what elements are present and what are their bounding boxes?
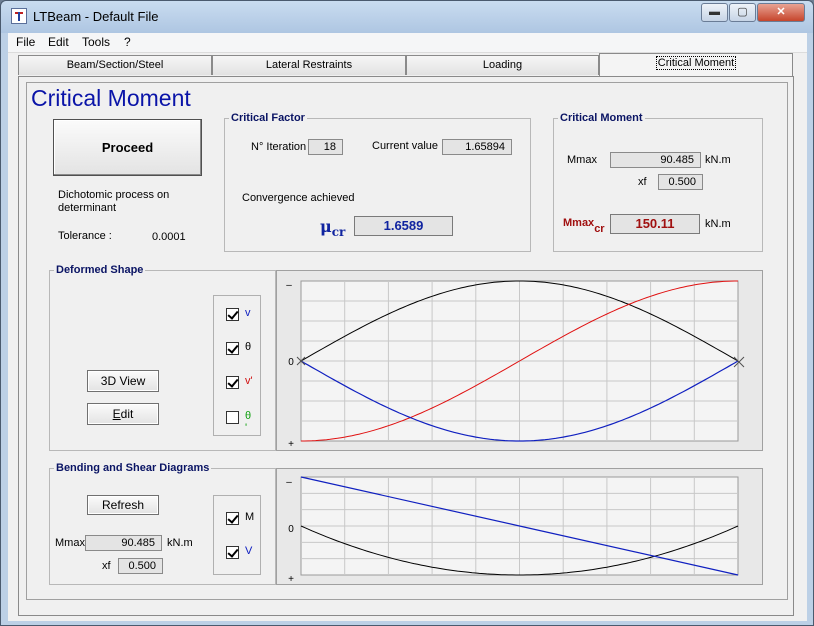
close-button[interactable]: ✕ [757,3,805,22]
mmax-unit: kN.m [705,154,731,166]
title-bar[interactable]: LTBeam - Default File ▬ ▢ ✕ [1,1,813,33]
page-title: Critical Moment [31,85,191,111]
panel-frame: Critical Moment Proceed Dichotomic proce… [26,82,788,600]
check-label: v' [245,375,253,387]
bending-shear-title: Bending and Shear Diagrams [54,462,212,474]
tolerance-label: Tolerance : [58,230,112,242]
edit-rest: dit [120,407,134,421]
menu-file[interactable]: File [16,35,35,49]
proceed-button[interactable]: Proceed [53,119,202,176]
check-label: θ ' [245,410,252,434]
checkbox[interactable] [226,376,239,389]
tab-loading[interactable]: Loading [406,55,599,75]
axis-label-zero: 0 [288,357,294,368]
bs-axis-label-zero: 0 [288,524,294,535]
current-value-field: 1.65894 [442,139,512,155]
refresh-button[interactable]: Refresh [87,495,159,515]
mu-cr-label: μcr [320,217,345,239]
tab-critical-moment[interactable]: Critical Moment [599,53,793,76]
bs-checks-box: M V [213,495,261,575]
bending-shear-svg: – 0 + [286,476,739,585]
critical-factor-group: Critical Factor N° Iteration 18 Current … [224,112,531,252]
tab-lateral-restraints[interactable]: Lateral Restraints [212,55,406,75]
check-label: M [245,511,255,523]
deformed-shape-plot: – 0 + [276,270,763,451]
checkbox[interactable] [226,342,239,355]
tab-label: Lateral Restraints [265,59,353,71]
iteration-value: 18 [308,139,343,155]
mmax-value: 90.485 [610,152,701,168]
critical-factor-title: Critical Factor [229,112,307,124]
axis-label-minus: – [286,280,292,291]
bs-xf-value: 0.500 [118,558,163,574]
bending-shear-group: Bending and Shear Diagrams Refresh Mmax … [49,462,276,585]
mmax-cr-subscript: cr [594,223,605,236]
dichotomic-text: Dichotomic process on determinant [58,189,170,214]
menu-edit[interactable]: Edit [48,35,69,49]
checkbox[interactable] [226,546,239,559]
critical-moment-title: Critical Moment [558,112,645,124]
ltbeam-app-icon[interactable] [11,8,27,24]
client-area: File Edit Tools ? Beam/Section/Steel Lat… [8,33,807,621]
menu-bar: File Edit Tools ? [8,33,807,53]
mmax-cr-text: Mmax [563,217,595,229]
menu-help[interactable]: ? [124,35,131,49]
checkbox[interactable] [226,308,239,321]
mmax-cr-value: 150.11 [610,214,700,234]
xf-value: 0.500 [658,174,703,190]
bs-xf-label: xf [102,560,111,572]
3d-view-button[interactable]: 3D View [87,370,159,392]
edit-button[interactable]: Edit [87,403,159,425]
mu-cr-value: 1.6589 [354,216,453,236]
mmax-cr-unit: kN.m [705,218,731,230]
bs-axis-label-plus: + [288,574,294,585]
axis-label-plus: + [288,439,294,450]
deformed-shape-group: Deformed Shape 3D View Edit v θ v' θ ' [49,264,276,451]
tolerance-value: 0.0001 [152,231,186,243]
app-window: LTBeam - Default File ▬ ▢ ✕ File Edit To… [0,0,814,626]
check-label: θ [245,341,252,353]
critical-moment-group: Critical Moment Mmax 90.485 kN.m xf 0.50… [553,112,763,252]
maximize-button[interactable]: ▢ [729,3,756,22]
iteration-label: N° Iteration [251,141,307,153]
bs-mmax-unit: kN.m [167,537,193,549]
deformed-shape-svg: – 0 + [286,280,745,450]
tab-label: Loading [482,59,523,71]
convergence-text: Convergence achieved [242,192,355,204]
tab-beam-section-steel[interactable]: Beam/Section/Steel [18,55,212,75]
checkbox[interactable] [226,411,239,424]
bs-mmax-label: Mmax [55,537,85,549]
menu-tools[interactable]: Tools [82,35,110,49]
bs-mmax-value: 90.485 [85,535,162,551]
mu-symbol: μ [320,217,332,236]
critical-moment-panel: Critical Moment Proceed Dichotomic proce… [18,76,794,616]
current-value-label: Current value [372,140,439,152]
minimize-button[interactable]: ▬ [701,3,728,22]
check-label: V [245,545,253,557]
xf-label: xf [638,176,647,188]
tab-label: Beam/Section/Steel [66,59,164,71]
mu-subscript: cr [331,225,346,240]
edit-mnemonic: E [112,407,121,421]
deformed-shape-title: Deformed Shape [54,264,146,276]
tab-strip: Beam/Section/Steel Lateral Restraints Lo… [18,53,794,76]
mmax-cr-label: Mmaxcr [563,217,605,236]
bs-axis-label-minus: – [286,477,292,488]
deformed-checks-box: v θ v' θ ' [213,295,261,436]
mmax-label: Mmax [567,154,597,166]
bending-shear-plot: – 0 + [276,468,763,585]
checkbox[interactable] [226,512,239,525]
window-title: LTBeam - Default File [33,9,159,24]
check-label: v [245,307,251,319]
tab-label: Critical Moment [655,56,737,70]
